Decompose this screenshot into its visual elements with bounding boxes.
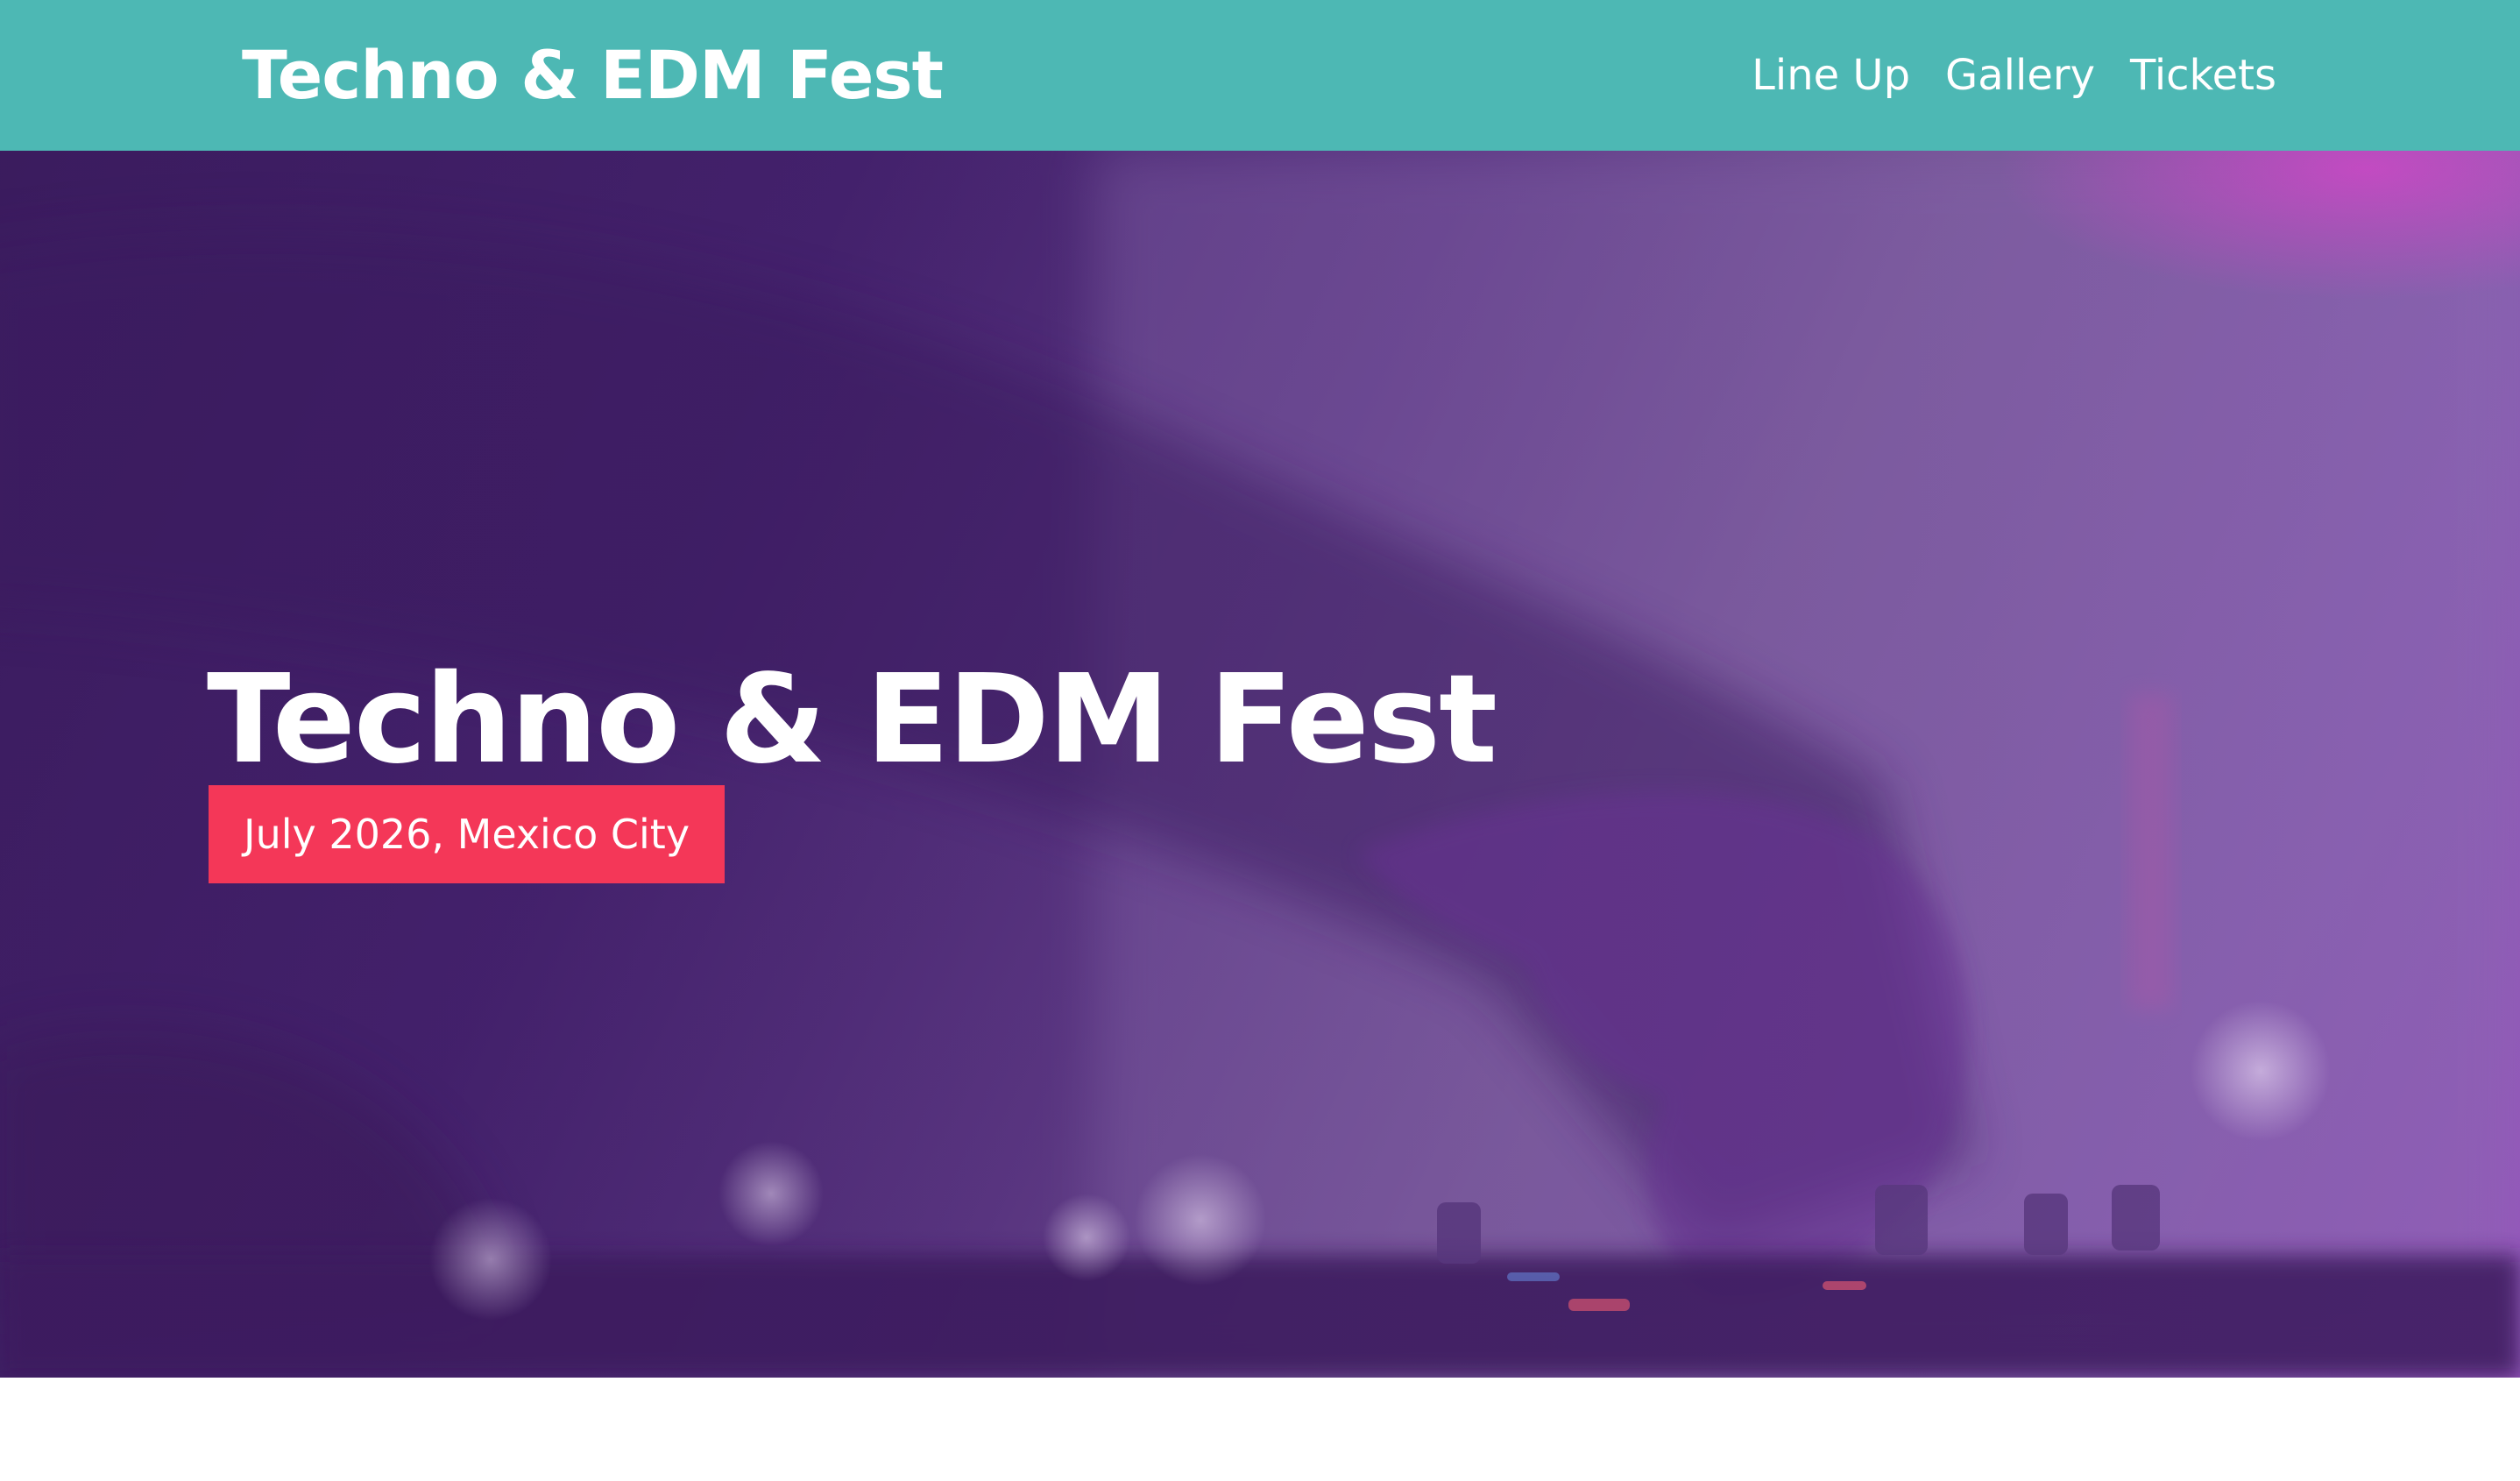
main-nav: Line Up Gallery Tickets (1752, 42, 2276, 109)
nav-link-line-up[interactable]: Line Up (1752, 42, 1910, 109)
event-date-location-text: July 2026, Mexico City (244, 811, 690, 858)
nav-link-gallery[interactable]: Gallery (1945, 42, 2095, 109)
hero-section: Techno & EDM Fest July 2026, Mexico City (0, 151, 2520, 1378)
brand-logo-link[interactable]: Techno & EDM Fest (242, 33, 944, 117)
hero-title: Techno & EDM Fest (207, 648, 1497, 791)
nav-link-tickets[interactable]: Tickets (2130, 42, 2276, 109)
event-date-location-badge: July 2026, Mexico City (209, 785, 726, 883)
top-navbar: Techno & EDM Fest Line Up Gallery Ticket… (0, 0, 2520, 151)
